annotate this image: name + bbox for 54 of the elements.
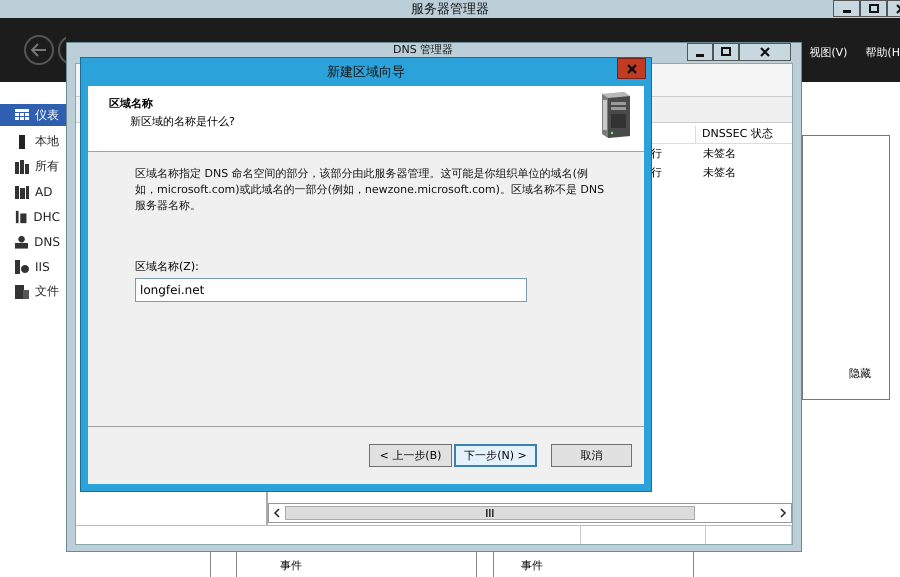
sidebar-item[interactable]: 仪表 [0,104,66,126]
chevron-left-icon [273,508,281,518]
table-cell-text: 行 [651,146,663,161]
window-title: 服务器管理器 [411,1,489,18]
sidebar-item[interactable]: 所有 [0,154,66,179]
back-button[interactable]: < 上一步(B) [369,444,452,467]
servers-icon [15,184,29,198]
grip-icon [486,509,494,517]
maximize-button[interactable] [860,0,887,17]
server-icon [15,210,28,224]
minimize-icon [842,10,850,13]
table-cell-text: 未签名 [703,146,737,161]
maximize-icon [721,47,731,57]
description-text: 区域名称指定 DNS 命名空间的部分，该部分由此服务器管理。这可能是你组织单位的域名(例如，microsoft.com)或此域名的一部分(例如，newzone.microsoft.com)。区域名称不是 DNS 服务器名称。 [135,166,605,214]
window-title: DNS 管理器 [393,43,454,56]
back-arrow-icon [31,43,47,57]
zone-name-field[interactable]: longfei.net [135,278,527,302]
minimize-icon [696,54,704,56]
chevron-right-icon [779,508,787,518]
table-cell-text: 行 [651,165,663,180]
horizontal-scrollbar[interactable] [268,503,792,523]
menu-item[interactable]: 视图(V) [809,45,848,60]
column-header: 事件 [521,558,543,573]
sidebar-item[interactable]: DHC [0,204,66,229]
sidebar-item[interactable]: IIS [0,254,66,279]
cancel-button[interactable]: 取消 [551,444,632,467]
next-button[interactable]: 下一步(N) > [454,444,537,467]
back-button[interactable] [24,35,54,65]
sidebar-item[interactable]: 本地 [0,129,66,154]
folder-icon [15,284,29,298]
sidebar-item[interactable]: AD [0,179,66,204]
close-icon [760,47,770,57]
servers-icon [15,160,29,174]
table-cell-text: 未签名 [703,165,737,180]
menu-item[interactable]: 帮助(H [865,45,900,60]
close-button[interactable] [739,43,791,61]
sidebar-item[interactable]: 文件 [0,279,66,304]
page-subheading: 新区域的名称是什么? [130,114,235,129]
close-icon [626,64,636,74]
hide-label[interactable]: 隐藏 [849,366,871,381]
grid-icon [15,108,29,122]
page-heading: 区域名称 [109,96,154,111]
maximize-button[interactable] [713,43,739,61]
field-label: 区域名称(Z): [135,259,200,274]
scroll-thumb[interactable] [285,506,695,520]
column-header: 事件 [280,558,302,573]
maximize-icon [868,4,878,14]
column-header[interactable]: DNSSEC 状态 [695,126,792,143]
dialog-title: 新建区域向导 [327,64,405,81]
minimize-button[interactable] [687,43,713,61]
server-icon [15,260,29,274]
minimize-button[interactable] [833,0,860,17]
server-icon [15,234,28,248]
sidebar-item[interactable]: DNS [0,229,66,254]
